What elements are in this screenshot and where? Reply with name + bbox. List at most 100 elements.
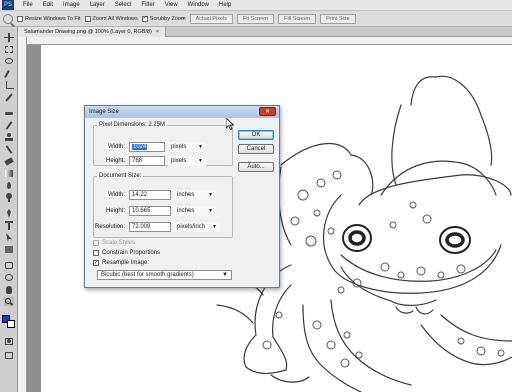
menu-window[interactable]: Window	[183, 2, 214, 8]
eyedropper-tool-icon[interactable]	[4, 93, 14, 102]
menu-filter[interactable]: Filter	[136, 2, 159, 8]
3d-orbit-tool-icon[interactable]	[4, 273, 14, 282]
dodge-tool-icon[interactable]	[4, 193, 14, 202]
resolution-row: Resolution: 72.009 pixels/inch ▼	[95, 222, 220, 232]
doc-height-unit: inches	[177, 208, 195, 214]
doc-width-unit-select[interactable]: inches ▼	[174, 190, 216, 200]
checkmark-icon[interactable]: ✓	[93, 260, 99, 266]
doc-width-row: Width: 14.22 inches ▼	[95, 190, 216, 200]
doc-height-row: Height: 10.665 inches ▼	[95, 206, 216, 216]
doc-height-label: Height:	[105, 208, 125, 214]
crop-tool-icon[interactable]	[4, 81, 14, 90]
menu-help[interactable]: Help	[214, 2, 236, 8]
quick-select-tool-icon[interactable]	[4, 69, 14, 78]
menu-image[interactable]: Image	[58, 2, 85, 8]
doc-height-input[interactable]: 10.665	[129, 206, 171, 216]
pixel-width-value: 1024	[132, 144, 148, 150]
pen-tool-icon[interactable]	[4, 209, 14, 218]
chevron-down-icon: ▼	[208, 208, 213, 214]
mouse-cursor-icon	[226, 118, 234, 130]
scale-styles-label: Scale Styles	[102, 240, 136, 246]
resolution-unit: pixels/inch	[177, 224, 206, 230]
3d-rotate-tool-icon[interactable]	[4, 261, 14, 270]
doc-width-unit: inches	[177, 192, 195, 198]
pixel-width-unit: pixels	[171, 144, 187, 150]
document-tab[interactable]: Salamander Drawing.png @ 100% (Layer 0, …	[18, 27, 167, 37]
hand-tool-icon[interactable]	[4, 285, 14, 294]
tools-panel	[0, 27, 18, 392]
actual-pixels-button[interactable]: Actual Pixels	[189, 13, 234, 24]
doc-height-unit-select[interactable]: inches ▼	[174, 206, 216, 216]
menu-layer[interactable]: Layer	[85, 2, 110, 8]
zoom-icon[interactable]	[3, 13, 13, 24]
vertical-ruler	[18, 37, 27, 392]
print-size-button[interactable]: Print Size	[320, 13, 356, 24]
checkbox-box[interactable]	[93, 240, 99, 246]
chevron-down-icon: ▼	[198, 144, 203, 150]
history-brush-tool-icon[interactable]	[4, 145, 14, 154]
background-color-swatch[interactable]	[7, 320, 15, 328]
move-tool-icon[interactable]	[4, 33, 14, 42]
pixel-height-input[interactable]: 768	[129, 156, 165, 166]
checkmark-icon[interactable]: ✓	[141, 15, 148, 22]
pixel-height-unit: pixels	[171, 158, 187, 164]
eraser-tool-icon[interactable]	[4, 157, 14, 166]
fill-screen-button[interactable]: Fill Screen	[278, 13, 317, 24]
blur-tool-icon[interactable]	[4, 181, 14, 190]
zoom-tool-icon[interactable]	[4, 297, 14, 306]
fit-screen-button[interactable]: Fit Screen	[237, 13, 275, 24]
dialog-titlebar[interactable]: Image Size ×	[85, 106, 279, 118]
clone-stamp-tool-icon[interactable]	[4, 133, 14, 142]
type-tool-icon[interactable]	[4, 221, 14, 230]
zoom-all-windows-checkbox[interactable]: Zoom All Windows	[84, 15, 138, 22]
pixel-width-label: Width:	[107, 144, 125, 150]
resize-windows-label: Resize Windows To Fit	[25, 15, 81, 22]
resample-method-select[interactable]: Bicubic (best for smooth gradients) ▼	[97, 270, 232, 280]
dialog-title: Image Size	[89, 109, 120, 115]
options-bar: Resize Windows To Fit Zoom All Windows ✓…	[0, 11, 512, 27]
marquee-tool-icon[interactable]	[4, 45, 14, 54]
pixel-height-label: Height:	[105, 158, 125, 164]
checkbox-box[interactable]	[93, 250, 99, 256]
close-tab-icon[interactable]: ×	[156, 29, 159, 35]
brush-tool-icon[interactable]	[4, 121, 14, 130]
pixel-width-unit-select[interactable]: pixels ▼	[168, 142, 206, 152]
pixel-width-input[interactable]: 1024	[129, 142, 165, 152]
screen-mode-icon[interactable]	[4, 351, 14, 360]
ok-button[interactable]: OK	[238, 130, 274, 140]
menu-file[interactable]: File	[18, 2, 38, 8]
menu-view[interactable]: View	[160, 2, 183, 8]
cancel-button[interactable]: Cancel	[238, 144, 274, 154]
menu-edit[interactable]: Edit	[38, 2, 58, 8]
quick-mask-icon[interactable]	[4, 337, 14, 346]
gradient-tool-icon[interactable]	[4, 169, 14, 178]
shape-tool-icon[interactable]	[4, 245, 14, 254]
scrubby-zoom-checkbox[interactable]: ✓ Scrubby Zoom	[141, 15, 186, 22]
pixel-width-row: Width: 1024 pixels ▼	[95, 142, 206, 152]
horizontal-ruler	[27, 37, 512, 45]
checkbox-box[interactable]	[17, 15, 23, 22]
scale-styles-checkbox[interactable]: Scale Styles	[93, 240, 135, 246]
menu-select[interactable]: Select	[110, 2, 137, 8]
lasso-tool-icon[interactable]	[4, 57, 14, 66]
doc-width-input[interactable]: 14.22	[129, 190, 171, 200]
image-size-dialog: Image Size × Pixel Dimensions: 2.25M Wid…	[84, 105, 280, 288]
constrain-proportions-checkbox[interactable]: Constrain Proportions	[93, 250, 160, 256]
menu-bar: PS File Edit Image Layer Select Filter V…	[0, 0, 512, 11]
pixel-height-unit-select[interactable]: pixels ▼	[168, 156, 206, 166]
checkbox-box[interactable]	[84, 15, 91, 22]
doc-width-value: 14.22	[132, 192, 148, 198]
resample-method-value: Bicubic (best for smooth gradients)	[101, 272, 194, 278]
path-selection-tool-icon[interactable]	[4, 233, 14, 242]
resample-image-checkbox[interactable]: ✓ Resample Image:	[93, 260, 149, 266]
auto-button[interactable]: Auto...	[238, 162, 274, 172]
close-icon[interactable]: ×	[259, 107, 276, 116]
healing-brush-tool-icon[interactable]	[4, 109, 14, 118]
resolution-input[interactable]: 72.009	[129, 222, 171, 232]
document-size-legend: Document Size:	[99, 173, 142, 179]
resolution-unit-select[interactable]: pixels/inch ▼	[174, 222, 220, 232]
pixel-dimensions-legend: Pixel Dimensions: 2.25M	[99, 122, 166, 128]
resize-windows-checkbox[interactable]: Resize Windows To Fit	[17, 15, 81, 22]
resample-image-label: Resample Image:	[102, 260, 150, 266]
zoom-all-windows-label: Zoom All Windows	[92, 15, 138, 22]
